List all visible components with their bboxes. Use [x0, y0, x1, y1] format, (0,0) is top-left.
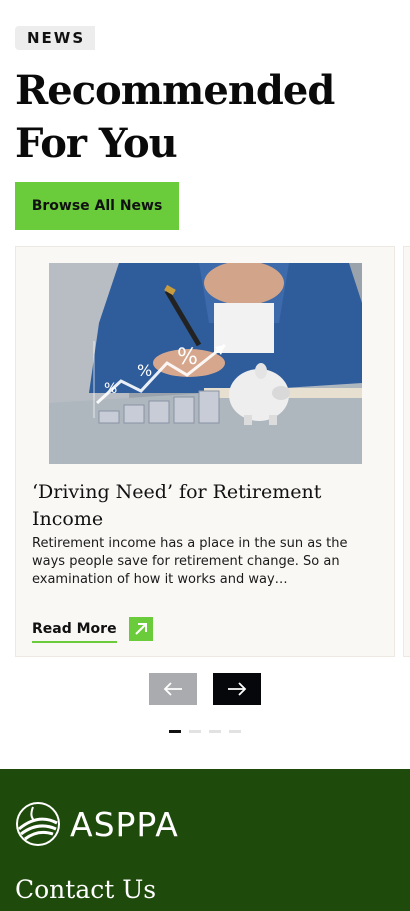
- arrow-up-right-icon[interactable]: [129, 617, 153, 641]
- arrow-right-icon: [228, 682, 247, 696]
- site-footer: ASPPA Contact Us: [0, 769, 410, 911]
- arrow-left-icon: [163, 682, 182, 696]
- carousel-next-button[interactable]: [213, 673, 261, 705]
- carousel-dot-3[interactable]: [209, 730, 221, 733]
- carousel-dot-4[interactable]: [229, 730, 241, 733]
- contact-us-heading[interactable]: Contact Us: [15, 873, 156, 907]
- asppa-logo-text[interactable]: ASPPA: [70, 805, 179, 845]
- carousel-dot-2[interactable]: [189, 730, 201, 733]
- browse-all-news-button[interactable]: Browse All News: [15, 182, 179, 230]
- carousel-prev-button[interactable]: [149, 673, 197, 705]
- article-card[interactable]: % % % ‘Driving Need’ for Retirement Inco…: [15, 246, 395, 657]
- svg-text:%: %: [104, 381, 117, 397]
- read-more-link[interactable]: Read More: [32, 619, 117, 643]
- section-tag: NEWS: [15, 26, 95, 50]
- article-excerpt: Retirement income has a place in the sun…: [32, 536, 348, 587]
- page-title: Recommended For You: [15, 67, 335, 167]
- carousel-dot-1[interactable]: [169, 730, 181, 733]
- svg-text:%: %: [137, 361, 152, 380]
- article-image[interactable]: % % %: [49, 263, 362, 464]
- svg-text:%: %: [177, 345, 198, 370]
- article-title[interactable]: ‘Driving Need’ for Retirement Income: [32, 479, 382, 533]
- carousel-pagination: [169, 730, 249, 734]
- asppa-logo-icon[interactable]: [15, 801, 61, 847]
- next-article-card-peek[interactable]: [403, 246, 410, 657]
